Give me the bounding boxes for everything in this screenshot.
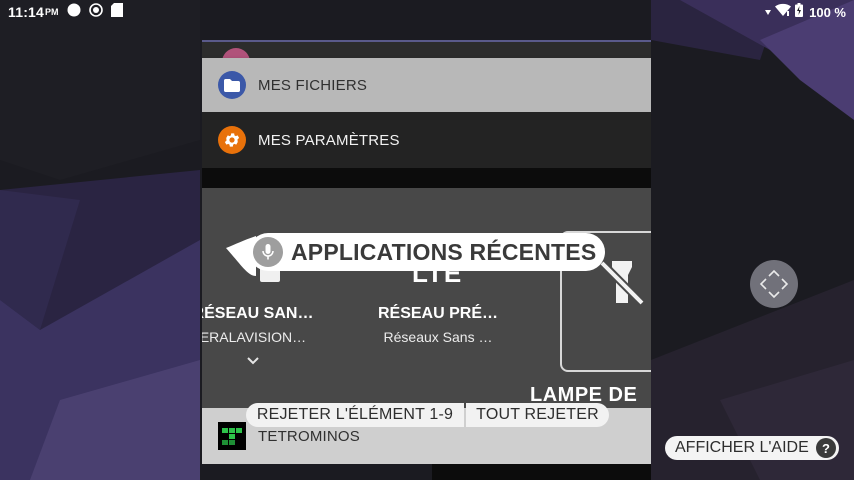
recent-card-files[interactable]: MES FICHIERS	[202, 58, 651, 112]
tetrominos-title: TETROMINOS	[258, 427, 360, 445]
status-time: 11:14	[8, 4, 45, 20]
tetrominos-icon	[218, 422, 246, 450]
recent-apps-hint-label: APPLICATIONS RÉCENTES	[291, 238, 597, 265]
chevron-down-icon[interactable]	[202, 353, 328, 371]
qs-tile-wifi[interactable]: RÉSEAU SAN… ERALAVISION…	[202, 305, 328, 371]
wifi-icon	[775, 3, 792, 22]
help-icon: ?	[816, 438, 836, 458]
gear-icon	[218, 126, 246, 154]
settings-title: MES PARAMÈTRES	[258, 131, 400, 149]
recent-apps-hint: APPLICATIONS RÉCENTES	[249, 233, 605, 271]
card-divider	[202, 168, 651, 188]
qs-tile-wifi-subtitle: ERALAVISION…	[202, 329, 307, 345]
dismiss-item-button[interactable]: REJETER L'ÉLÉMENT 1-9	[246, 403, 464, 427]
qs-tile-mobile[interactable]: RÉSEAU PRÉ… Réseaux Sans …	[363, 305, 513, 345]
vibrate-icon	[765, 3, 772, 21]
sync-icon	[88, 2, 103, 22]
status-right: 100 %	[765, 0, 846, 24]
recent-card-settings[interactable]: MES PARAMÈTRES	[202, 112, 651, 168]
dpad-control[interactable]	[750, 260, 798, 308]
flashlight-off-icon	[598, 257, 646, 312]
show-help-button[interactable]: AFFICHER L'AIDE ?	[665, 436, 839, 460]
sd-card-icon	[110, 2, 123, 22]
files-title: MES FICHIERS	[258, 76, 368, 94]
battery-icon	[795, 2, 804, 22]
qs-tile-mobile-subtitle: Réseaux Sans …	[383, 329, 493, 345]
qs-tile-wifi-title: RÉSEAU SAN…	[202, 305, 314, 322]
recent-card-back[interactable]	[202, 40, 651, 76]
recent-card-quick-settings[interactable]: RÉSEAU SAN… ERALAVISION… LTE RÉSEAU PRÉ……	[202, 188, 651, 408]
status-ampm: PM	[45, 7, 59, 17]
notification-dot-icon	[67, 3, 81, 22]
dismiss-all-button[interactable]: TOUT REJETER	[466, 403, 609, 427]
status-bar: 11:14 PM 100 %	[0, 0, 854, 24]
folder-icon	[218, 71, 246, 99]
qs-tile-mobile-title: RÉSEAU PRÉ…	[377, 305, 499, 322]
card-divider-bottom	[432, 464, 651, 480]
battery-percent: 100 %	[809, 4, 846, 20]
show-help-label: AFFICHER L'AIDE	[675, 439, 809, 456]
mic-icon	[253, 237, 283, 267]
dpad-arrows-icon	[759, 269, 789, 299]
